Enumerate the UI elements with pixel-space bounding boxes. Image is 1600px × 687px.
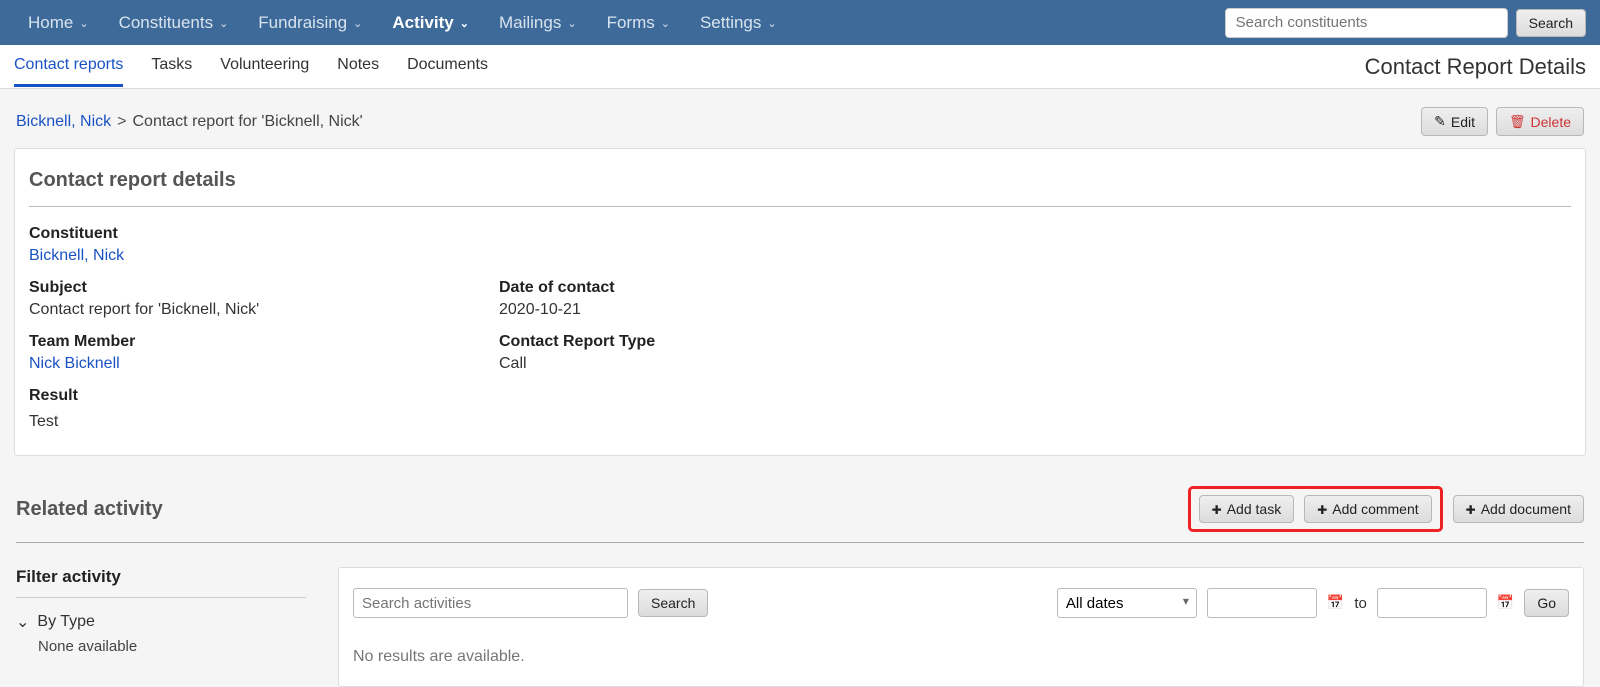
pencil-icon (1434, 113, 1446, 130)
calendar-icon[interactable] (1497, 594, 1514, 612)
breadcrumb-current: Contact report for 'Bicknell, Nick' (132, 113, 362, 131)
no-results-text: No results are available. (353, 648, 1569, 666)
chevron-down-icon: ⌄ (79, 17, 88, 30)
plus-icon (1212, 501, 1222, 517)
date-to-label: to (1354, 595, 1367, 612)
details-section-title: Contact report details (29, 169, 1571, 192)
related-activity-header: Related activity Add task Add comment Ad… (0, 456, 1600, 542)
calendar-icon[interactable] (1327, 594, 1344, 612)
filter-none-available: None available (16, 638, 306, 655)
value-subject: Contact report for 'Bicknell, Nick' (29, 301, 499, 319)
chevron-down-icon: ⌄ (219, 17, 228, 30)
chevron-down-icon: ⌄ (353, 17, 362, 30)
label-report-type: Contact Report Type (499, 333, 1571, 351)
plus-icon (1317, 501, 1327, 517)
top-nav: Home⌄ Constituents⌄ Fundraising⌄ Activit… (0, 0, 1600, 45)
value-constituent[interactable]: Bicknell, Nick (29, 247, 1571, 265)
constituent-search-button[interactable]: Search (1516, 9, 1586, 37)
add-document-button[interactable]: Add document (1453, 495, 1584, 523)
tab-notes[interactable]: Notes (337, 46, 379, 87)
add-comment-button[interactable]: Add comment (1304, 495, 1431, 523)
related-activity-body: Filter activity ⌄ By Type None available… (0, 543, 1600, 687)
breadcrumb-row: Bicknell, Nick > Contact report for 'Bic… (0, 89, 1600, 148)
chevron-down-icon: ⌄ (767, 17, 776, 30)
chevron-down-icon: ⌄ (16, 612, 29, 632)
filter-sidebar: Filter activity ⌄ By Type None available (16, 567, 306, 687)
value-team-member[interactable]: Nick Bicknell (29, 355, 499, 373)
chevron-down-icon: ⌄ (661, 17, 670, 30)
date-to-input[interactable] (1377, 588, 1487, 618)
constituent-search-input[interactable] (1225, 8, 1508, 38)
nav-fundraising[interactable]: Fundraising⌄ (244, 3, 376, 43)
chevron-down-icon: ⌄ (460, 17, 469, 30)
activity-search-input[interactable] (353, 588, 628, 618)
filter-by-type-toggle[interactable]: ⌄ By Type (16, 612, 306, 632)
delete-button[interactable]: Delete (1496, 107, 1584, 136)
add-task-button[interactable]: Add task (1199, 495, 1295, 523)
breadcrumb-link[interactable]: Bicknell, Nick (16, 113, 111, 131)
activity-panel: Search All dates to Go No results are av… (338, 567, 1584, 687)
tab-contact-reports[interactable]: Contact reports (14, 46, 123, 87)
date-range-select[interactable]: All dates (1057, 588, 1197, 618)
breadcrumb-separator: > (117, 113, 126, 131)
label-subject: Subject (29, 279, 499, 297)
nav-forms[interactable]: Forms⌄ (593, 3, 684, 43)
tab-documents[interactable]: Documents (407, 46, 488, 87)
tab-volunteering[interactable]: Volunteering (220, 46, 309, 87)
nav-search-group: Search (1225, 8, 1586, 38)
value-date: 2020-10-21 (499, 301, 1571, 319)
nav-settings[interactable]: Settings⌄ (686, 3, 791, 43)
label-date: Date of contact (499, 279, 1571, 297)
subtab-bar: Contact reports Tasks Volunteering Notes… (0, 45, 1600, 89)
details-card: Contact report details Constituent Bickn… (14, 148, 1586, 456)
date-go-button[interactable]: Go (1524, 589, 1569, 617)
nav-items: Home⌄ Constituents⌄ Fundraising⌄ Activit… (14, 3, 1225, 43)
nav-mailings[interactable]: Mailings⌄ (485, 3, 591, 43)
activity-search-button[interactable]: Search (638, 589, 708, 617)
date-from-input[interactable] (1207, 588, 1317, 618)
label-team-member: Team Member (29, 333, 499, 351)
highlight-annotation: Add task Add comment (1188, 486, 1443, 532)
edit-button[interactable]: Edit (1421, 107, 1488, 136)
nav-activity[interactable]: Activity⌄ (378, 3, 483, 43)
page-title: Contact Report Details (1365, 54, 1586, 80)
tab-tasks[interactable]: Tasks (151, 46, 192, 87)
label-result: Result (29, 387, 1571, 405)
label-constituent: Constituent (29, 225, 1571, 243)
chevron-down-icon: ⌄ (567, 17, 576, 30)
filter-title: Filter activity (16, 567, 306, 598)
plus-icon (1466, 501, 1476, 517)
trash-icon (1509, 113, 1526, 130)
value-result: Test (29, 413, 1571, 431)
related-activity-title: Related activity (16, 498, 163, 521)
nav-home[interactable]: Home⌄ (14, 3, 103, 43)
value-report-type: Call (499, 355, 1571, 373)
nav-constituents[interactable]: Constituents⌄ (105, 3, 243, 43)
